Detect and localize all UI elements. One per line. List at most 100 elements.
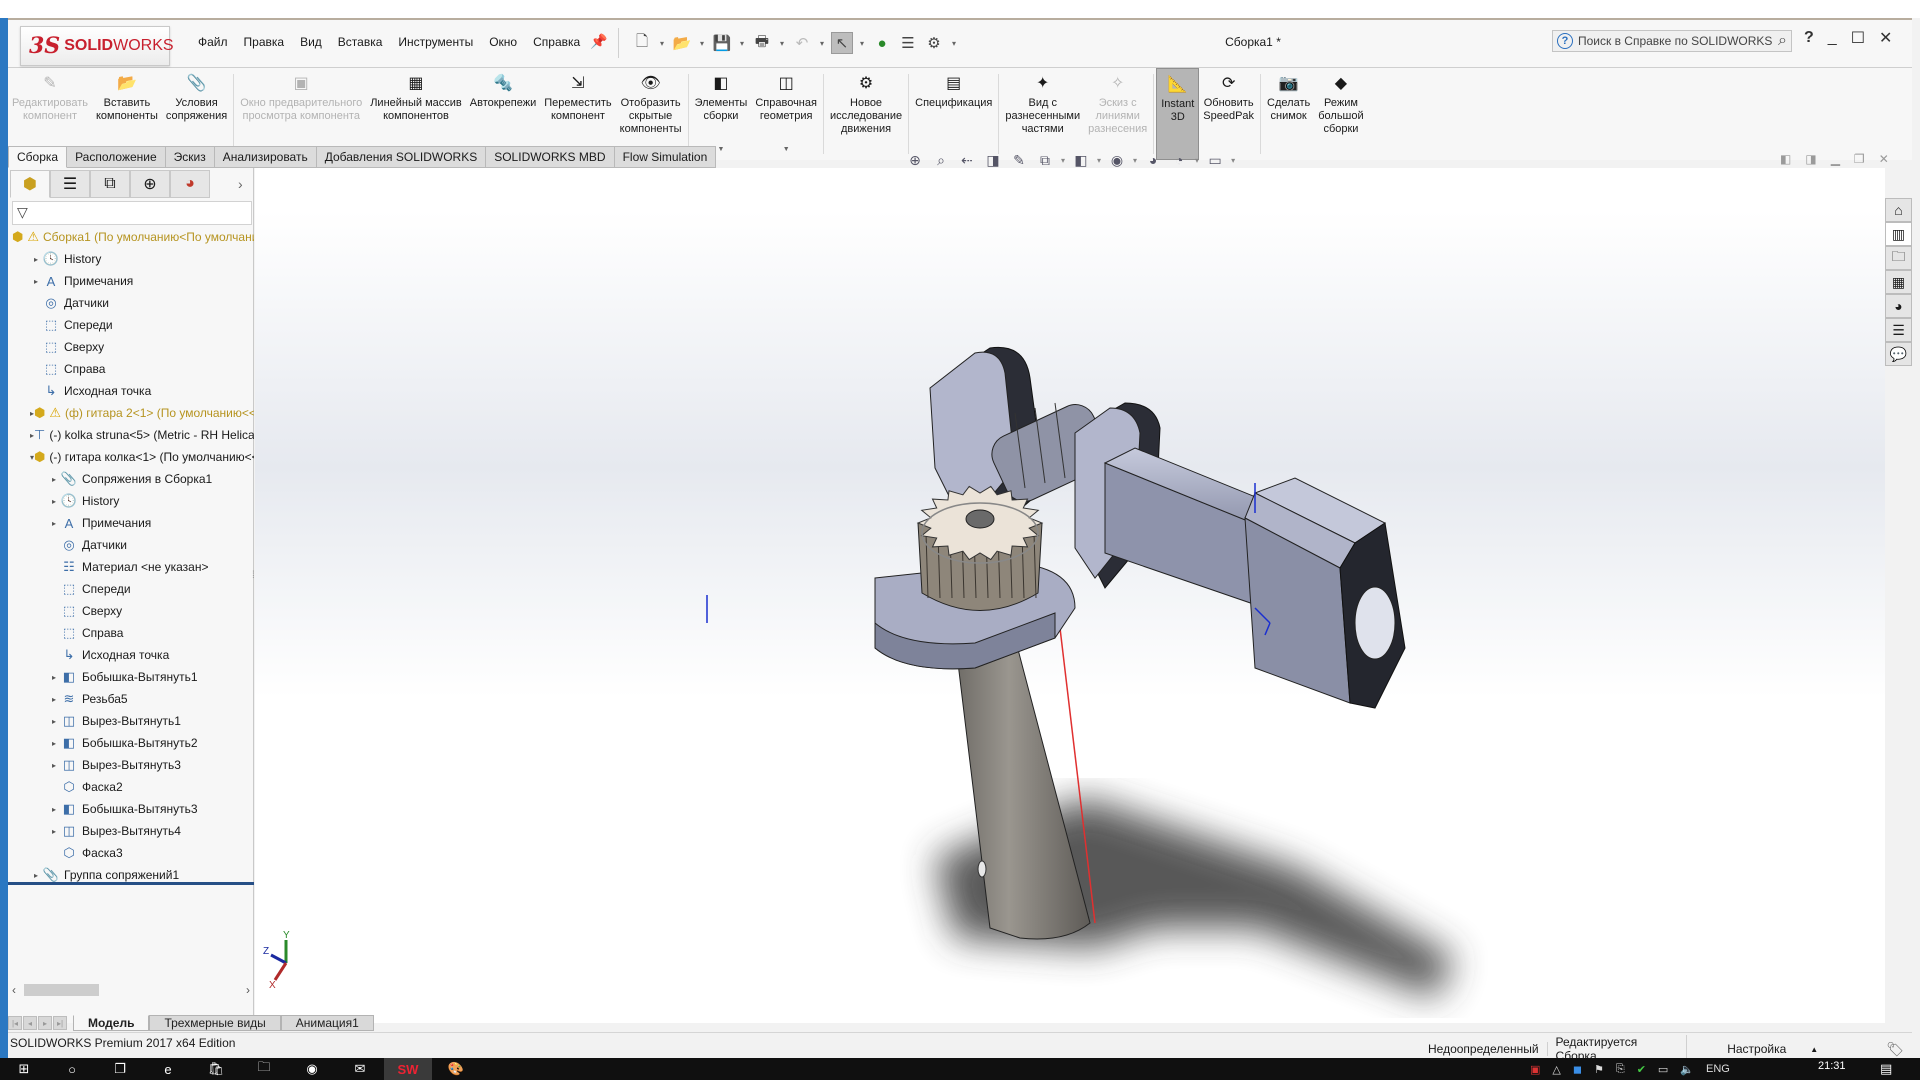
- expand-icon[interactable]: ▸: [48, 761, 60, 770]
- minimize-button[interactable]: _: [1828, 29, 1837, 47]
- expand-icon[interactable]: ▸: [48, 695, 60, 704]
- tab-mbd[interactable]: SOLIDWORKS MBD: [486, 146, 615, 168]
- clock[interactable]: 21:31: [1818, 1060, 1846, 1072]
- apply-scene-icon[interactable]: ◔: [1169, 150, 1189, 170]
- help-search-field[interactable]: ? Поиск в Справке по SOLIDWORKS ⌕: [1552, 30, 1792, 52]
- tree-node[interactable]: ▸ ◫ Вырез-Вытянуть4: [8, 820, 254, 842]
- menu-view[interactable]: Вид: [292, 35, 330, 49]
- expand-icon[interactable]: ▸: [48, 805, 60, 814]
- solidworks-app[interactable]: SW: [384, 1058, 432, 1080]
- tab-animation[interactable]: Анимация1: [280, 1015, 374, 1031]
- tab-flow-simulation[interactable]: Flow Simulation: [614, 146, 717, 168]
- tab-layout[interactable]: Расположение: [67, 146, 166, 168]
- viewport-restore-icon[interactable]: ❐: [1854, 152, 1865, 166]
- search-icon[interactable]: ⌕: [1778, 32, 1787, 50]
- section-view-icon[interactable]: ◨: [983, 150, 1003, 170]
- save-dropdown[interactable]: ▾: [737, 39, 747, 48]
- new-dropdown[interactable]: ▾: [657, 39, 667, 48]
- tree-node[interactable]: ☷ Материал <не указан>: [8, 556, 254, 578]
- propertymanager-tab[interactable]: ☰: [50, 170, 90, 198]
- appearances-icon[interactable]: ◕: [1885, 294, 1912, 318]
- search-button[interactable]: ○: [48, 1058, 96, 1080]
- tray-usb-icon[interactable]: ⎘: [1616, 1063, 1625, 1076]
- tree-node[interactable]: ◎ Датчики: [8, 292, 254, 314]
- first-tab-icon[interactable]: |◂: [8, 1016, 22, 1030]
- expand-icon[interactable]: ▸: [30, 277, 42, 286]
- tree-node[interactable]: ▾⬢(-) гитара колка<1> (По умолчанию<<По …: [8, 446, 254, 468]
- tree-node[interactable]: ◎ Датчики: [8, 534, 254, 556]
- graphics-area[interactable]: Y Z X: [255, 168, 1885, 1023]
- tray-volume-icon[interactable]: 🔈: [1680, 1063, 1694, 1076]
- hide-show-items-icon[interactable]: ◉: [1107, 150, 1127, 170]
- menu-window[interactable]: Окно: [481, 35, 525, 49]
- tree-node[interactable]: ▸ ≋ Резьба5: [8, 688, 254, 710]
- previous-view-icon[interactable]: ⇠: [957, 150, 977, 170]
- options-dropdown[interactable]: ▾: [949, 39, 959, 48]
- zoom-to-area-icon[interactable]: ⌕: [931, 150, 951, 170]
- take-snapshot-button[interactable]: 📷 Сделать снимок: [1263, 68, 1314, 160]
- language-indicator[interactable]: ENG: [1706, 1063, 1730, 1075]
- new-motion-study-button[interactable]: ⚙ Новое исследование движения: [826, 68, 906, 160]
- print-icon[interactable]: 🖶: [751, 32, 773, 54]
- view-orientation-icon[interactable]: ⧉: [1035, 150, 1055, 170]
- tab-addins[interactable]: Добавления SOLIDWORKS: [316, 146, 487, 168]
- unit-system-up-icon[interactable]: ▲: [1794, 1045, 1826, 1054]
- display-style-dropdown[interactable]: ▾: [1097, 156, 1101, 165]
- tray-flag-icon[interactable]: ⚑: [1594, 1063, 1604, 1076]
- viewport-close-icon[interactable]: ✕: [1879, 152, 1889, 166]
- rebuild-icon[interactable]: ●: [871, 32, 893, 54]
- tab-evaluate[interactable]: Анализировать: [214, 146, 317, 168]
- explode-line-sketch-button[interactable]: ✧ Эскиз с линиями разнесения: [1084, 68, 1151, 160]
- large-assembly-mode-button[interactable]: ◆ Режим большой сборки: [1314, 68, 1367, 160]
- solidworks-resources-icon[interactable]: ⌂: [1885, 198, 1912, 222]
- expand-icon[interactable]: ▸: [48, 717, 60, 726]
- prev-tab-icon[interactable]: ◂: [23, 1016, 37, 1030]
- forum-icon[interactable]: 💬: [1885, 342, 1912, 366]
- update-speedpak-button[interactable]: ⟳ Обновить SpeedPak: [1199, 68, 1258, 160]
- menu-edit[interactable]: Правка: [236, 35, 293, 49]
- tray-teamviewer-icon[interactable]: ◼: [1573, 1063, 1582, 1076]
- tray-security-icon[interactable]: ✔: [1637, 1063, 1646, 1076]
- featuremanager-tab[interactable]: ⬢: [10, 170, 50, 198]
- tree-node[interactable]: ⬢⚠Сборка1 (По умолчанию<По умолчанию_Сос…: [8, 226, 254, 248]
- close-button[interactable]: ✕: [1879, 28, 1892, 48]
- view-settings-icon[interactable]: ▭: [1205, 150, 1225, 170]
- feature-tree-filter[interactable]: ▽: [12, 201, 252, 225]
- task-view-button[interactable]: ❐: [96, 1058, 144, 1080]
- tree-node[interactable]: ▸ 🕓 History: [8, 248, 254, 270]
- menu-help[interactable]: Справка: [525, 35, 588, 49]
- scroll-thumb[interactable]: [24, 984, 99, 996]
- edge-app[interactable]: e: [144, 1058, 192, 1080]
- assembly-model[interactable]: [255, 168, 1885, 1023]
- tree-node[interactable]: ▸⬢⚠(ф) гитара 2<1> (По умолчанию<<По умо…: [8, 402, 254, 424]
- open-dropdown[interactable]: ▾: [697, 39, 707, 48]
- scroll-left-icon[interactable]: ‹: [12, 983, 16, 997]
- view-settings-dropdown[interactable]: ▾: [1231, 156, 1235, 165]
- last-tab-icon[interactable]: ▸|: [53, 1016, 67, 1030]
- viewport-next-icon[interactable]: ◨: [1805, 152, 1816, 166]
- tree-node[interactable]: ⬡ Фаска3: [8, 842, 254, 864]
- design-library-icon[interactable]: ▥: [1885, 222, 1912, 246]
- open-document-icon[interactable]: 📂: [671, 32, 693, 54]
- reference-geometry-button[interactable]: ◫ Справочная геометрия ▼: [751, 68, 821, 160]
- solidworks-logo[interactable]: 3S SOLID WORKS: [20, 26, 174, 66]
- next-tab-icon[interactable]: ▸: [38, 1016, 52, 1030]
- custom-properties-icon[interactable]: ☰: [1885, 318, 1912, 342]
- displaymanager-tab[interactable]: ◕: [170, 170, 210, 198]
- menu-insert[interactable]: Вставка: [330, 35, 391, 49]
- start-button[interactable]: ⊞: [0, 1058, 48, 1080]
- tree-node[interactable]: ⬚ Сверху: [8, 600, 254, 622]
- tree-node[interactable]: ▸ 🕓 History: [8, 490, 254, 512]
- tag-icon[interactable]: 🏷: [1826, 1041, 1912, 1058]
- tab-3d-views[interactable]: Трехмерные виды: [149, 1015, 281, 1031]
- zoom-to-fit-icon[interactable]: ⊕: [905, 150, 925, 170]
- tree-node[interactable]: ↳ Исходная точка: [8, 644, 254, 666]
- tree-node[interactable]: ▸ ◫ Вырез-Вытянуть1: [8, 710, 254, 732]
- maximize-button[interactable]: ☐: [1851, 28, 1865, 48]
- select-dropdown[interactable]: ▾: [857, 39, 867, 48]
- tab-model[interactable]: Модель: [73, 1015, 150, 1031]
- tree-node[interactable]: ⬡ Фаска2: [8, 776, 254, 798]
- menu-file[interactable]: Файл: [190, 35, 236, 49]
- tree-node[interactable]: ▸ A Примечания: [8, 512, 254, 534]
- select-icon[interactable]: ↖: [831, 32, 853, 54]
